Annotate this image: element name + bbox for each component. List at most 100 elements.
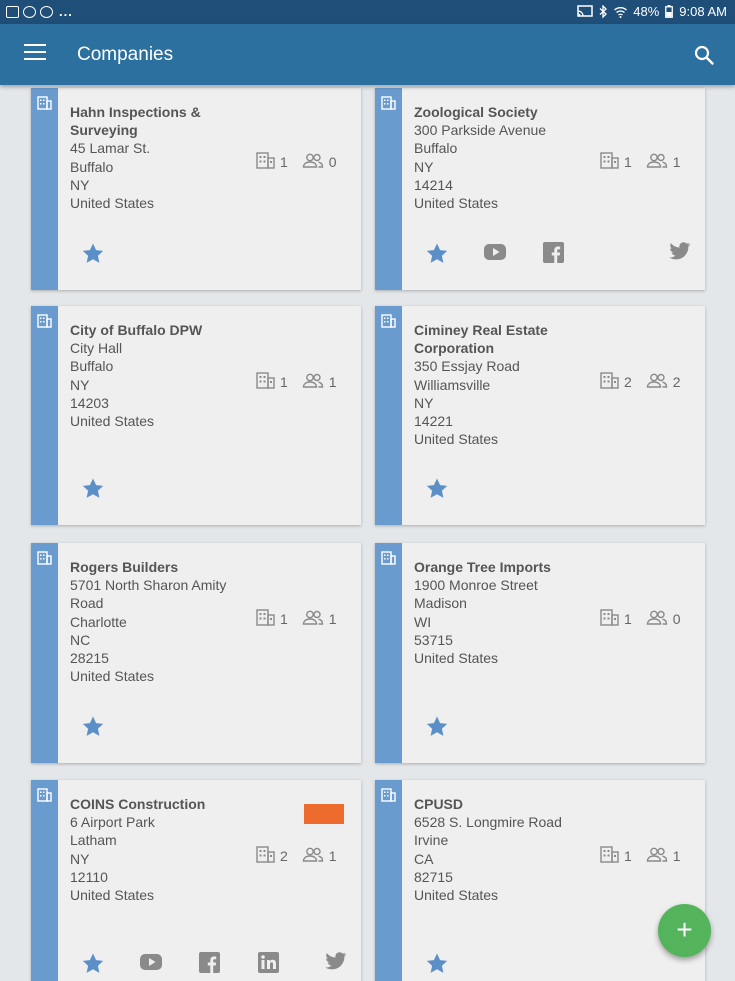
company-card[interactable]: Orange Tree Imports 1900 Monroe Street Mad…: [375, 543, 705, 763]
contacts-icon: [302, 610, 324, 628]
card-actions: [414, 477, 694, 503]
company-card[interactable]: CPUSD 6528 S. Longmire Road Irvine CA 82715 U…: [375, 780, 705, 981]
company-counts: 10: [600, 609, 695, 629]
card-actions: [70, 715, 350, 741]
company-logo: [304, 804, 344, 824]
locations-count: 1: [624, 154, 632, 170]
company-name: CPUSD: [414, 795, 594, 813]
company-address: City Hall Buffalo NY 14203 United States: [70, 339, 270, 430]
company-card[interactable]: Rogers Builders 5701 North Sharon Amity Ro…: [31, 543, 361, 763]
company-counts: 11: [600, 846, 695, 866]
youtube-link[interactable]: [138, 952, 164, 976]
favorite-button[interactable]: [80, 242, 106, 266]
favorite-button[interactable]: [80, 477, 106, 501]
locations-icon: [256, 152, 275, 172]
locations-icon: [600, 152, 619, 172]
favorite-button[interactable]: [424, 242, 450, 266]
company-address: 5701 North Sharon Amity Road Charlotte NC 28…: [70, 576, 270, 685]
company-address: 45 Lamar St. Buffalo NY United States: [70, 139, 270, 212]
star-icon: [424, 952, 450, 975]
search-icon: [694, 45, 714, 65]
youtube-link[interactable]: [482, 242, 508, 266]
star-icon: [80, 952, 106, 975]
address-line: NY: [414, 158, 434, 175]
contacts-icon: [646, 847, 668, 865]
company-card[interactable]: Hahn Inspections & Surveying 45 Lamar St. B…: [31, 88, 361, 290]
company-name: Zoological Society: [414, 103, 594, 121]
company-card[interactable]: Ciminey Real Estate Corporation 350 Essjay…: [375, 306, 705, 525]
contacts-count: 2: [672, 374, 681, 390]
address-line: 14221: [414, 413, 453, 429]
locations-icon: [256, 846, 275, 866]
card-stripe: [375, 306, 402, 525]
status-bar: ... 48% 9:08 AM: [0, 0, 735, 24]
locations-icon: [256, 372, 275, 392]
company-grid: Hahn Inspections & Surveying 45 Lamar St. B…: [0, 85, 735, 981]
add-company-button[interactable]: +: [658, 904, 711, 957]
building-icon: [37, 551, 52, 565]
favorite-button[interactable]: [424, 715, 450, 739]
company-name: City of Buffalo DPW: [70, 321, 250, 339]
favorite-button[interactable]: [424, 952, 450, 976]
company-card[interactable]: City of Buffalo DPW City Hall Buffalo NY 142…: [31, 306, 361, 525]
contacts-count: 1: [328, 611, 337, 627]
contacts-icon: [302, 847, 324, 865]
address-line: City Hall: [70, 340, 123, 357]
locations-count: 1: [280, 611, 288, 627]
favorite-button[interactable]: [424, 477, 450, 501]
company-counts: 11: [600, 152, 695, 172]
company-card[interactable]: Zoological Society 300 Parkside Avenue Buf…: [375, 88, 705, 290]
address-line: 300 Parkside Avenue: [414, 122, 547, 139]
facebook-link[interactable]: [540, 242, 566, 266]
card-stripe: [31, 306, 58, 525]
twitter-icon: [667, 242, 693, 260]
facebook-icon: [540, 242, 566, 263]
address-line: 14214: [414, 176, 453, 193]
search-button[interactable]: [693, 44, 715, 66]
card-actions: [70, 952, 350, 978]
company-address: 1900 Monroe Street Madison WI 53715 United S…: [414, 576, 614, 667]
cast-icon: [577, 5, 594, 17]
company-name: Rogers Builders: [70, 558, 250, 576]
favorite-button[interactable]: [80, 715, 106, 739]
address-line: NC: [70, 631, 91, 648]
card-stripe: [375, 780, 402, 981]
notification-icons: ...: [6, 4, 73, 19]
facebook-link[interactable]: [196, 952, 222, 976]
company-name-line: Ciminey Real Estate: [414, 322, 548, 338]
company-counts: 10: [256, 152, 351, 172]
address-line: Road: [70, 595, 104, 612]
address-line: 28215: [70, 650, 109, 666]
address-line: 5701 North Sharon Amity: [70, 577, 227, 594]
company-address: 6528 S. Longmire Road Irvine CA 82715 United…: [414, 813, 614, 904]
company-address: 350 Essjay Road Williamsville NY 14221 Unite…: [414, 357, 614, 448]
address-line: Madison: [414, 595, 467, 612]
linkedin-link[interactable]: [255, 952, 281, 976]
contacts-icon: [302, 373, 324, 391]
address-line: 6528 S. Longmire Road: [414, 814, 562, 831]
company-name-line: Rogers Builders: [70, 559, 179, 575]
company-name: Orange Tree Imports: [414, 558, 594, 576]
menu-button[interactable]: [24, 44, 46, 64]
address-line: Irvine: [414, 832, 449, 849]
address-line: United States: [70, 668, 155, 685]
card-actions: [414, 715, 694, 741]
tv-icon: [6, 5, 19, 18]
company-name-line: Zoological Society: [414, 104, 538, 120]
favorite-button[interactable]: [80, 952, 106, 976]
building-icon: [381, 314, 396, 328]
address-line: WI: [414, 613, 432, 630]
address-line: NY: [414, 394, 434, 411]
locations-icon: [256, 609, 275, 629]
address-line: NY: [70, 176, 90, 193]
address-line: Charlotte: [70, 613, 127, 630]
company-name-line: Orange Tree Imports: [414, 559, 551, 575]
address-line: 1900 Monroe Street: [414, 577, 538, 594]
company-card[interactable]: COINS Construction 6 Airport Park Latham NY…: [31, 780, 361, 981]
address-line: 6 Airport Park: [70, 814, 155, 831]
company-name-line: COINS Construction: [70, 796, 206, 812]
twitter-link[interactable]: [323, 952, 349, 976]
page-title: Companies: [77, 44, 174, 65]
twitter-link[interactable]: [667, 242, 693, 266]
star-icon: [80, 242, 106, 265]
